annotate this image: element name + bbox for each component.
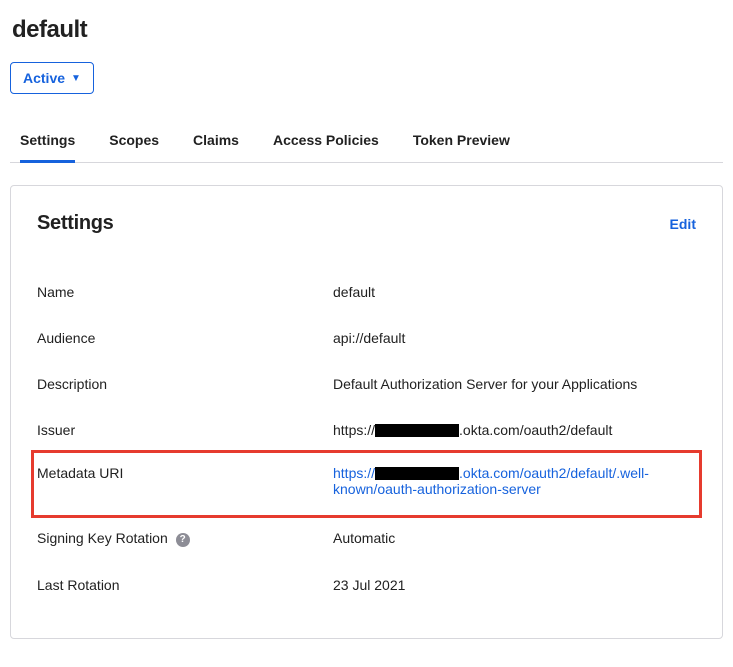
label-description: Description: [37, 376, 333, 392]
redacted-block: [375, 467, 459, 480]
value-name: default: [333, 284, 696, 300]
label-last-rotation: Last Rotation: [37, 577, 333, 593]
edit-button[interactable]: Edit: [670, 216, 696, 232]
value-audience: api://default: [333, 330, 696, 346]
issuer-suffix: .okta.com/oauth2/default: [459, 422, 612, 438]
metadata-prefix: https://: [333, 465, 375, 481]
row-name: Name default: [37, 269, 696, 315]
row-description: Description Default Authorization Server…: [37, 361, 696, 407]
tab-access-policies[interactable]: Access Policies: [273, 122, 379, 163]
value-last-rotation: 23 Jul 2021: [333, 577, 696, 593]
label-signing-key-rotation: Signing Key Rotation ?: [37, 530, 333, 547]
signing-key-rotation-text: Signing Key Rotation: [37, 530, 168, 546]
label-name: Name: [37, 284, 333, 300]
row-issuer: Issuer https:// .okta.com/oauth2/default: [37, 407, 696, 453]
status-dropdown[interactable]: Active ▼: [10, 62, 94, 94]
label-audience: Audience: [37, 330, 333, 346]
row-signing-key-rotation: Signing Key Rotation ? Automatic: [37, 515, 696, 562]
row-last-rotation: Last Rotation 23 Jul 2021: [37, 562, 696, 608]
label-issuer: Issuer: [37, 422, 333, 438]
row-audience: Audience api://default: [37, 315, 696, 361]
status-label: Active: [23, 70, 65, 86]
chevron-down-icon: ▼: [71, 73, 81, 84]
value-description: Default Authorization Server for your Ap…: [333, 376, 696, 392]
tab-scopes[interactable]: Scopes: [109, 122, 159, 163]
panel-title: Settings: [37, 212, 114, 235]
help-icon[interactable]: ?: [176, 533, 190, 547]
tabs: Settings Scopes Claims Access Policies T…: [10, 122, 723, 163]
label-metadata-uri: Metadata URI: [37, 465, 333, 481]
metadata-uri-link[interactable]: https://.okta.com/oauth2/default/.well-k…: [333, 465, 649, 497]
tab-settings[interactable]: Settings: [20, 122, 75, 163]
issuer-prefix: https://: [333, 422, 375, 438]
value-metadata-uri: https://.okta.com/oauth2/default/.well-k…: [333, 465, 696, 497]
tab-token-preview[interactable]: Token Preview: [413, 122, 510, 163]
page-title: default: [12, 16, 723, 44]
tab-claims[interactable]: Claims: [193, 122, 239, 163]
redacted-block: [375, 424, 459, 437]
settings-panel: Settings Edit Name default Audience api:…: [10, 185, 723, 639]
row-metadata-uri: Metadata URI https://.okta.com/oauth2/de…: [31, 450, 702, 518]
value-issuer: https:// .okta.com/oauth2/default: [333, 422, 696, 438]
value-signing-key-rotation: Automatic: [333, 530, 696, 546]
